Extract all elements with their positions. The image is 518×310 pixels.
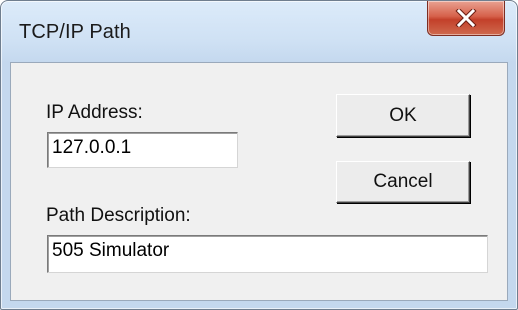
ip-address-value: 127.0.0.1 — [52, 137, 132, 158]
path-description-label: Path Description: — [46, 205, 191, 226]
ip-address-input[interactable]: 127.0.0.1 — [47, 132, 238, 168]
ok-button[interactable]: OK — [336, 94, 470, 137]
path-description-value: 505 Simulator — [52, 240, 170, 261]
close-icon — [455, 9, 477, 27]
window-title: TCP/IP Path — [19, 21, 131, 43]
ip-address-label: IP Address: — [46, 102, 143, 123]
dialog-window: TCP/IP Path IP Address: 127.0.0.1 Path D… — [0, 0, 518, 310]
cancel-button[interactable]: Cancel — [336, 161, 470, 203]
close-button[interactable] — [427, 1, 505, 36]
dialog-body: IP Address: 127.0.0.1 Path Description: … — [10, 62, 508, 301]
title-bar[interactable]: TCP/IP Path — [1, 1, 517, 61]
path-description-input[interactable]: 505 Simulator — [47, 235, 488, 273]
